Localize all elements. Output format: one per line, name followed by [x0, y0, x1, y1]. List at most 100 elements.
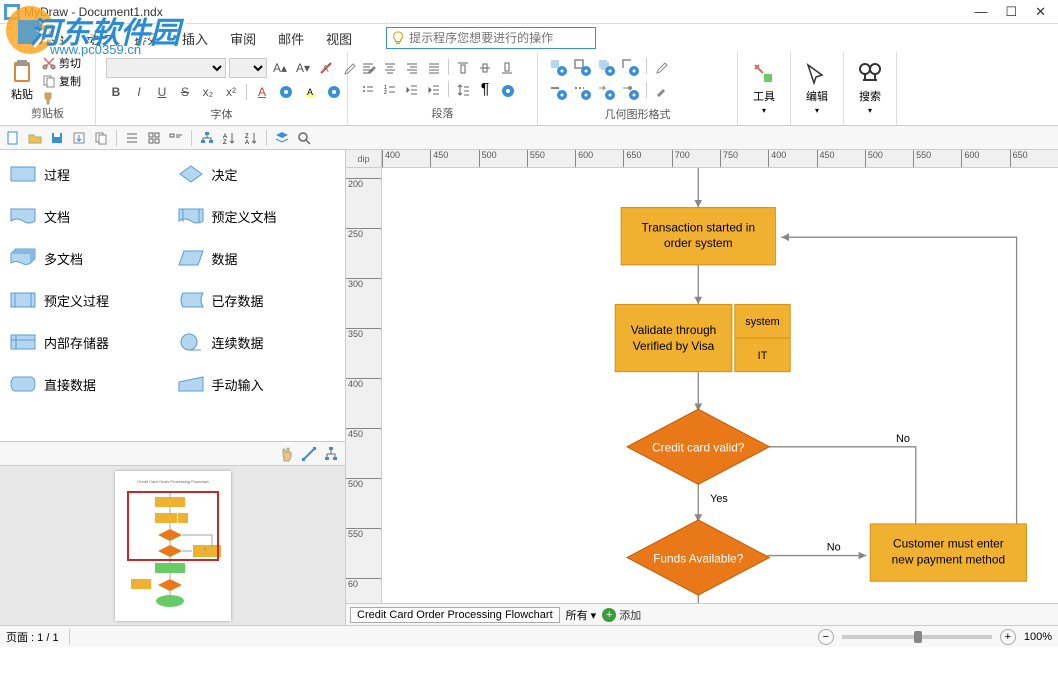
menu-mail[interactable]: 邮件 — [278, 29, 304, 48]
italic-button[interactable]: I — [129, 82, 149, 102]
qa-copy-icon[interactable] — [92, 129, 110, 147]
geom-shadow-settings[interactable] — [596, 58, 618, 78]
valign-top-icon[interactable] — [453, 59, 473, 77]
sheet-tab-active[interactable]: Credit Card Order Processing Flowchart — [350, 607, 560, 623]
shape-data[interactable]: 数据 — [176, 242, 338, 274]
superscript-button[interactable]: x² — [221, 82, 241, 102]
menu-action[interactable]: 动作 — [86, 29, 112, 48]
tools-button[interactable]: 工具 ▾ — [744, 58, 784, 119]
highlight-button[interactable]: A — [300, 82, 320, 102]
shape-document[interactable]: 文档 — [8, 200, 170, 232]
node-credit-valid[interactable]: Credit card valid? — [627, 409, 769, 484]
qa-details-icon[interactable] — [167, 129, 185, 147]
clear-format-button[interactable]: A — [316, 58, 336, 78]
shape-manual-input[interactable]: 手动输入 — [176, 368, 338, 400]
node-transaction[interactable]: Transaction started in order system — [621, 208, 775, 265]
brush2-icon[interactable] — [651, 82, 671, 100]
valign-bottom-icon[interactable] — [497, 59, 517, 77]
highlight-settings-icon[interactable] — [323, 82, 345, 102]
font-size-select[interactable] — [229, 58, 267, 78]
shape-sequential-data[interactable]: 连续数据 — [176, 326, 338, 358]
paste-button[interactable]: 粘贴 — [6, 56, 38, 104]
qa-sort-az-icon[interactable]: AZ — [220, 129, 238, 147]
bullet-list-icon[interactable] — [358, 81, 378, 99]
subscript-button[interactable]: x₂ — [198, 82, 218, 102]
align-center-icon[interactable] — [380, 59, 400, 77]
number-list-icon[interactable]: 12 — [380, 81, 400, 99]
geom-arrow-settings[interactable] — [596, 82, 618, 102]
bold-button[interactable]: B — [106, 82, 126, 102]
qa-grid-icon[interactable] — [145, 129, 163, 147]
geom-fill-settings[interactable] — [548, 58, 570, 78]
align-right-icon[interactable] — [402, 59, 422, 77]
qa-import-icon[interactable] — [70, 129, 88, 147]
shape-predef-doc[interactable]: 预定义文档 — [176, 200, 338, 232]
strikethrough-button[interactable]: S — [175, 82, 195, 102]
minimize-button[interactable]: — — [974, 4, 987, 20]
zoom-out-button[interactable]: − — [818, 629, 834, 645]
maximize-button[interactable]: ☐ — [1005, 4, 1017, 20]
node-funds[interactable]: Funds Available? — [627, 520, 769, 595]
menu-view[interactable]: 视图 — [326, 29, 352, 48]
qa-hierarchy-icon[interactable] — [198, 129, 216, 147]
close-button[interactable]: ✕ — [1035, 4, 1046, 20]
format-painter-button[interactable] — [42, 91, 81, 105]
sheets-all-button[interactable]: 所有 ▾ — [566, 607, 597, 623]
qa-save-icon[interactable] — [48, 129, 66, 147]
shape-stored-data[interactable]: 已存数据 — [176, 284, 338, 316]
shape-multi-doc[interactable]: 多文档 — [8, 242, 170, 274]
copy-button[interactable]: 复制 — [42, 73, 81, 89]
geom-end-settings[interactable] — [620, 82, 642, 102]
overview-tree-icon[interactable] — [323, 446, 339, 462]
overview-connector-icon[interactable] — [301, 446, 317, 462]
justify-icon[interactable] — [424, 59, 444, 77]
outdent-icon[interactable] — [402, 81, 422, 99]
shape-direct-data[interactable]: 直接数据 — [8, 368, 170, 400]
overview-hand-icon[interactable] — [279, 446, 295, 462]
qa-new-icon[interactable] — [4, 129, 22, 147]
zoom-slider[interactable] — [842, 635, 992, 639]
add-sheet-button[interactable]: + 添加 — [602, 607, 641, 623]
paragraph-settings-icon[interactable] — [497, 81, 519, 101]
font-family-select[interactable] — [106, 58, 226, 78]
menu-start[interactable]: 开始 — [38, 29, 64, 48]
underline-button[interactable]: U — [152, 82, 172, 102]
node-validate[interactable]: Validate through Verified by Visa system… — [615, 304, 790, 371]
qa-zoom-icon[interactable] — [295, 129, 313, 147]
tell-me-input[interactable] — [409, 31, 591, 45]
zoom-in-button[interactable]: + — [1000, 629, 1016, 645]
zoom-handle[interactable] — [914, 631, 922, 643]
increase-font-button[interactable]: A▴ — [270, 58, 290, 78]
menu-arrange[interactable]: 排列 — [134, 29, 160, 48]
node-customer[interactable]: Customer must enter new payment method — [870, 524, 1026, 581]
edit-button[interactable]: 编辑 ▾ — [797, 58, 837, 119]
valign-middle-icon[interactable] — [475, 59, 495, 77]
shape-predef-process[interactable]: 预定义过程 — [8, 284, 170, 316]
line-spacing-icon[interactable] — [453, 81, 473, 99]
decrease-font-button[interactable]: A▾ — [293, 58, 313, 78]
align-left-icon[interactable] — [358, 59, 378, 77]
font-color-button[interactable]: A — [252, 82, 272, 102]
qa-sort-za-icon[interactable]: ZA — [242, 129, 260, 147]
shape-process[interactable]: 过程 — [8, 158, 170, 190]
qa-list-icon[interactable] — [123, 129, 141, 147]
qa-open-icon[interactable] — [26, 129, 44, 147]
shape-decision[interactable]: 决定 — [176, 158, 338, 190]
overview-panel[interactable]: Credit Card Order Processing Flowchart — [0, 465, 345, 625]
indent-icon[interactable] — [424, 81, 444, 99]
overview-viewport[interactable] — [127, 491, 219, 561]
cut-button[interactable]: 剪切 — [42, 55, 81, 71]
qa-layers-icon[interactable] — [273, 129, 291, 147]
geom-stroke-settings[interactable] — [572, 58, 594, 78]
pilcrow-icon[interactable]: ¶ — [475, 81, 495, 99]
menu-insert[interactable]: 插入 — [182, 29, 208, 48]
menu-review[interactable]: 审阅 — [230, 29, 256, 48]
search-button[interactable]: 搜索 ▾ — [850, 58, 890, 119]
drawing-canvas[interactable]: Transaction started in order system Vali… — [382, 168, 1058, 603]
eyedropper2-icon[interactable] — [651, 58, 671, 76]
geom-corner-settings[interactable] — [620, 58, 642, 78]
shape-internal-storage[interactable]: 内部存储器 — [8, 326, 170, 358]
tell-me-search[interactable] — [386, 27, 596, 49]
geom-line-settings[interactable] — [548, 82, 570, 102]
font-settings-icon[interactable] — [275, 82, 297, 102]
